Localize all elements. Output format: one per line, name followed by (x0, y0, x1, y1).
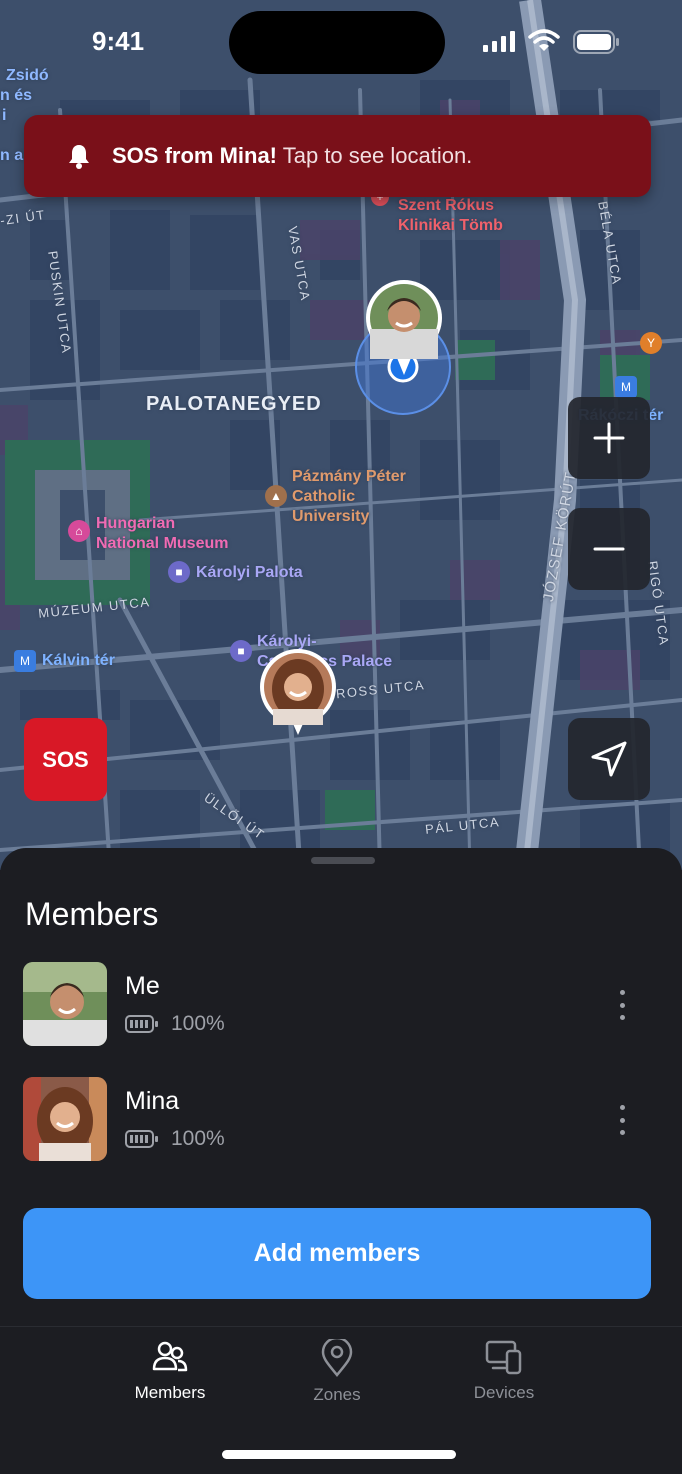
bar-icon: Y (640, 332, 662, 354)
members-sheet: Members Me 100% Mina 100% Add members (0, 848, 682, 1326)
battery-percent: 100% (171, 1012, 225, 1035)
avatar-me-map (366, 280, 442, 375)
metro-icon-2: M (615, 376, 637, 398)
poi-pazmany-line1[interactable]: Pázmány Péter (292, 467, 406, 487)
poi-museum-line1[interactable]: Hungarian (96, 514, 175, 534)
poi-szent-rokus-line2[interactable]: Klinikai Tömb (398, 216, 503, 236)
poi-pazmany-line3[interactable]: University (292, 507, 369, 527)
member-row-mina[interactable]: Mina 100% (0, 1077, 682, 1163)
palace-icon-2: ■ (230, 640, 252, 662)
battery-percent: 100% (171, 1127, 225, 1150)
poi-museum-line2[interactable]: National Museum (96, 534, 228, 554)
banner-bold-text: SOS from Mina! (112, 143, 278, 168)
battery-status-icon (573, 30, 619, 54)
zoom-in-button[interactable] (568, 397, 650, 479)
zoom-out-button[interactable] (568, 508, 650, 590)
status-time: 9:41 (92, 26, 145, 56)
sos-button[interactable]: SOS (24, 718, 107, 801)
avatar (23, 962, 107, 1046)
poi-zsido-line4: n a (0, 147, 24, 164)
dot-icon (619, 1015, 625, 1020)
dot-icon (619, 990, 625, 995)
minus-icon (593, 547, 625, 551)
battery-icon (125, 1015, 158, 1033)
devices-icon (485, 1340, 522, 1375)
avatar-mina-map (260, 649, 336, 735)
poi-zsido-line3: i (2, 107, 7, 124)
add-members-button[interactable]: Add members (23, 1208, 651, 1299)
sos-notification-banner[interactable]: SOS from Mina! Tap to see location. (24, 115, 651, 197)
tab-label: Zones (313, 1385, 361, 1404)
my-location-pin[interactable] (365, 279, 443, 384)
poi-pazmany-line2[interactable]: Catholic (292, 487, 355, 507)
tab-devices[interactable]: Devices (434, 1339, 574, 1419)
sheet-handle[interactable] (311, 857, 375, 864)
member-name: Mina (125, 1087, 180, 1115)
member-battery: 100% (125, 1012, 225, 1036)
plus-icon (593, 422, 625, 454)
navigation-arrow-icon (591, 741, 627, 777)
status-bar: 9:41 (0, 0, 682, 80)
member-battery: 100% (125, 1127, 225, 1151)
poi-kalvin[interactable]: Kálvin tér (42, 651, 115, 671)
mina-location-pin[interactable] (259, 649, 337, 744)
dot-icon (619, 1105, 625, 1110)
recenter-button[interactable] (568, 718, 650, 800)
cellular-signal-icon (483, 31, 515, 52)
banner-message: SOS from Mina! Tap to see location. (112, 143, 472, 169)
banner-body-text: Tap to see location. (277, 143, 473, 168)
palace-icon: ■ (168, 561, 190, 583)
wifi-icon (528, 29, 560, 51)
dynamic-island (229, 11, 445, 74)
sheet-title: Members (25, 896, 159, 932)
dot-icon (619, 1117, 625, 1123)
metro-icon: M (14, 650, 36, 672)
university-icon: ▲ (265, 485, 287, 507)
dot-icon (619, 1130, 625, 1135)
member-row-me[interactable]: Me 100% (0, 962, 682, 1048)
member-photo-mina (23, 1077, 107, 1161)
poi-karolyi-palota[interactable]: Károlyi Palota (196, 563, 303, 583)
member-name: Me (125, 972, 160, 1000)
dot-icon (619, 1002, 625, 1008)
people-icon (152, 1341, 188, 1372)
bell-icon (69, 145, 89, 169)
more-options-button[interactable] (612, 990, 632, 1020)
location-pin-icon (321, 1339, 353, 1377)
poi-szent-rokus-line1[interactable]: Szent Rókus (398, 196, 494, 216)
battery-icon (125, 1130, 158, 1148)
member-photo-me (23, 962, 107, 1046)
poi-zsido-line2: n és (0, 87, 33, 104)
tab-label: Devices (473, 1383, 535, 1402)
more-options-button[interactable] (612, 1105, 632, 1135)
district-label: PALOTANEGYED (146, 393, 322, 415)
tab-zones[interactable]: Zones (267, 1339, 407, 1419)
tab-label: Members (134, 1383, 206, 1402)
home-indicator[interactable] (222, 1450, 456, 1459)
avatar (23, 1077, 107, 1161)
tab-members[interactable]: Members (100, 1339, 240, 1419)
museum-icon: ⌂ (68, 520, 90, 542)
